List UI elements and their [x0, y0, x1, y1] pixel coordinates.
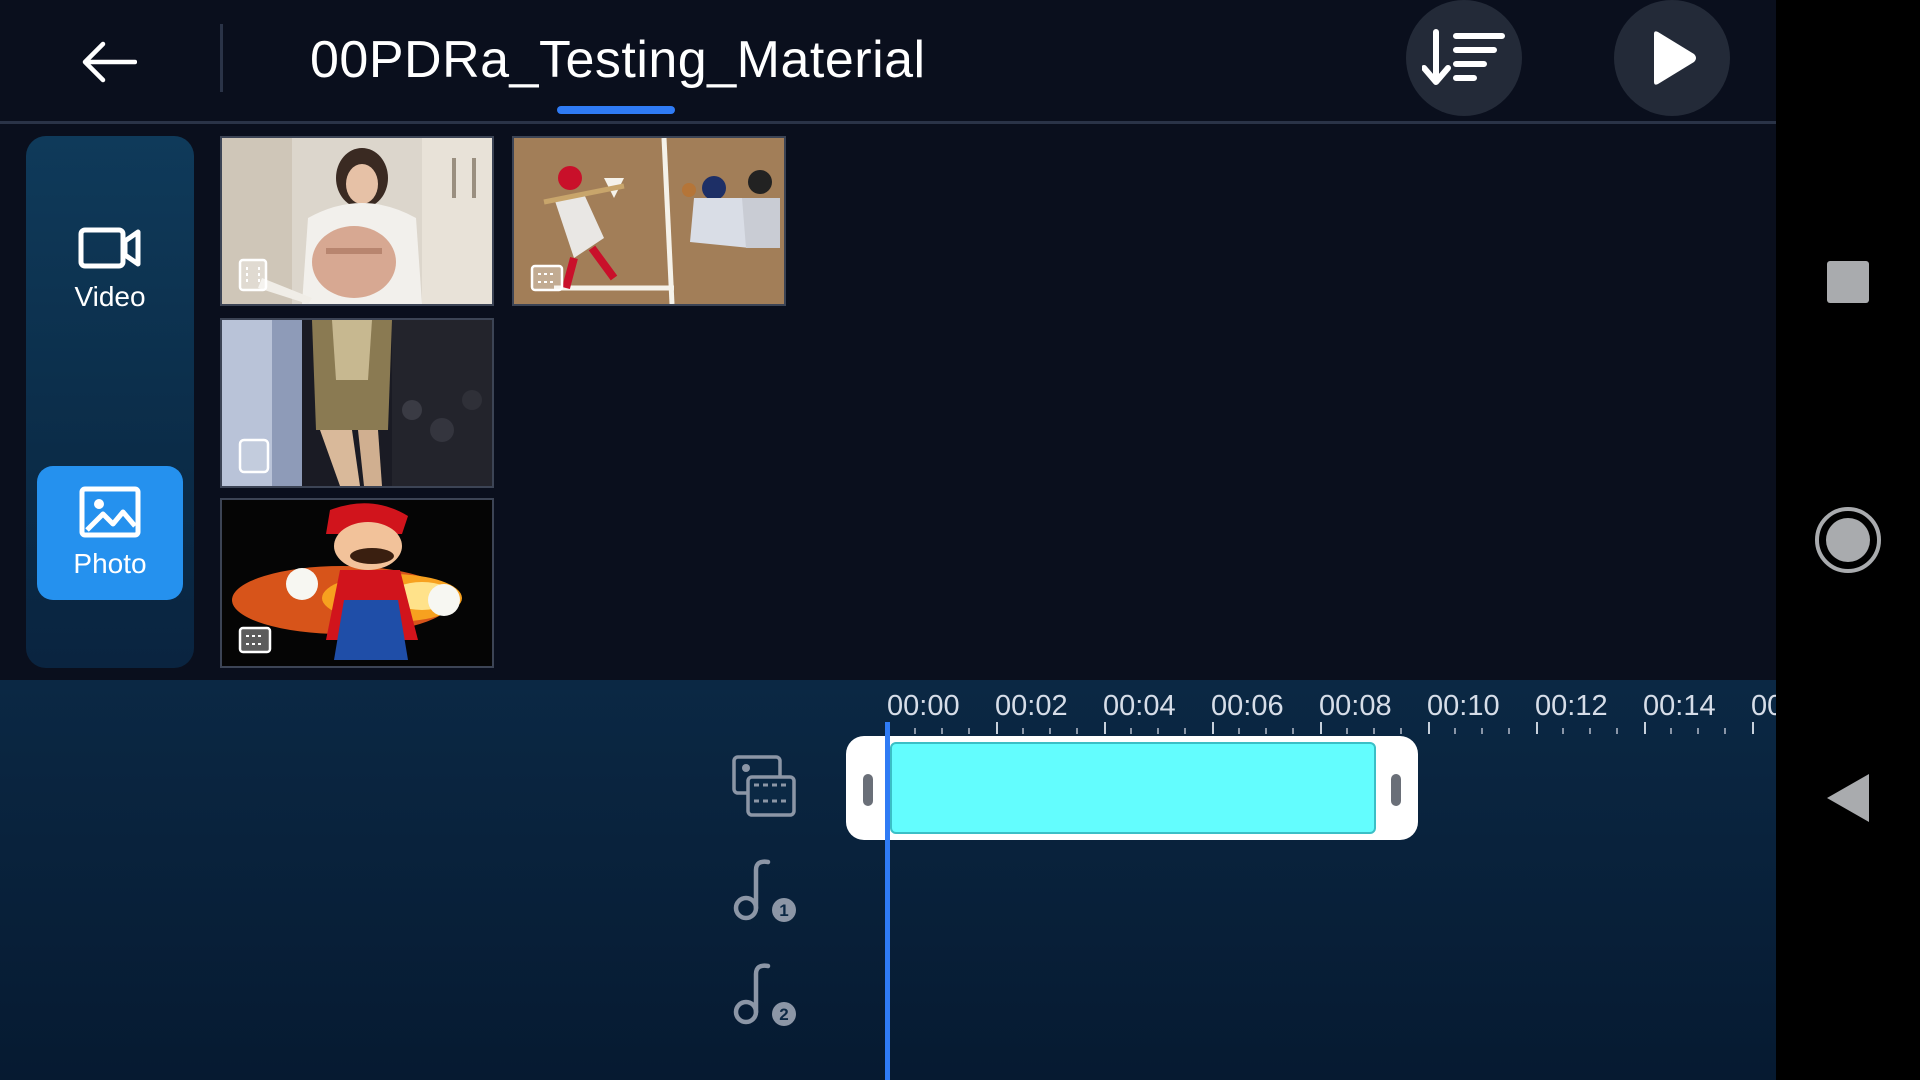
title-underline	[557, 106, 675, 114]
tick-label: 00	[1751, 690, 1776, 722]
playhead[interactable]	[885, 722, 890, 1080]
ruler-minor-tick	[1022, 728, 1024, 734]
sort-button[interactable]	[1406, 0, 1522, 116]
ruler-minor-tick	[1076, 728, 1078, 734]
clip-trim-handle-right[interactable]	[1391, 774, 1401, 806]
ruler-major-tick	[1644, 722, 1646, 734]
tick-label: 00:04	[1103, 690, 1176, 722]
play-icon	[1654, 31, 1696, 85]
system-back-button[interactable]	[1776, 738, 1920, 858]
app-window: 00PDRa_Testing_Material Video Photo 00:0…	[0, 0, 1776, 1080]
home-icon	[1815, 507, 1881, 573]
tab-video[interactable]: Video	[37, 202, 183, 336]
ruler-minor-tick	[1130, 728, 1132, 734]
back-button[interactable]	[72, 26, 144, 98]
ruler-minor-tick	[1265, 728, 1267, 734]
media-thumbnail[interactable]	[512, 136, 786, 306]
media-type-tabs: Video Photo	[26, 136, 194, 668]
image-type-icon	[238, 438, 270, 474]
ruler-minor-tick	[914, 728, 916, 734]
music-track-2-icon: 2	[730, 960, 800, 1030]
system-nav-bar	[1776, 0, 1920, 1080]
media-thumbnail[interactable]	[220, 498, 494, 668]
tab-photo[interactable]: Photo	[37, 466, 183, 600]
sort-icon	[1422, 29, 1505, 85]
ruler-minor-tick	[1292, 728, 1294, 734]
recents-button[interactable]	[1776, 222, 1920, 342]
ruler-minor-tick	[1454, 728, 1456, 734]
tick-label: 00:14	[1643, 690, 1716, 722]
top-bar: 00PDRa_Testing_Material	[0, 0, 1776, 124]
home-button[interactable]	[1776, 480, 1920, 600]
ruler-minor-tick	[1481, 728, 1483, 734]
ruler-minor-tick	[1238, 728, 1240, 734]
tick-label: 00:12	[1535, 690, 1608, 722]
ruler-minor-tick	[1562, 728, 1564, 734]
back-triangle-icon	[1827, 774, 1869, 822]
ruler-minor-tick	[1508, 728, 1510, 734]
ruler-minor-tick	[1670, 728, 1672, 734]
ruler-major-tick	[1104, 722, 1106, 734]
ruler-major-tick	[1752, 722, 1754, 734]
ruler-minor-tick	[1616, 728, 1618, 734]
ruler-major-tick	[1212, 722, 1214, 734]
ruler-minor-tick	[1346, 728, 1348, 734]
music-track-2-number: 2	[779, 1005, 788, 1024]
music-track-1-number: 1	[779, 901, 788, 920]
ruler-minor-tick	[1724, 728, 1726, 734]
ruler-minor-tick	[1157, 728, 1159, 734]
ruler-minor-tick	[968, 728, 970, 734]
ruler-minor-tick	[941, 728, 943, 734]
ruler-minor-tick	[1589, 728, 1591, 734]
back-arrow-icon	[82, 41, 137, 83]
image-type-icon	[238, 626, 272, 654]
media-thumbnail[interactable]	[220, 318, 494, 488]
ruler-major-tick	[1428, 722, 1430, 734]
tab-photo-label: Photo	[73, 548, 147, 579]
ruler-minor-tick	[1184, 728, 1186, 734]
tick-label: 00:02	[995, 690, 1068, 722]
project-title: 00PDRa_Testing_Material	[310, 31, 926, 89]
ruler-major-tick	[1536, 722, 1538, 734]
clip-body[interactable]	[890, 742, 1376, 834]
timeline: 00:00 00:02 00:04 00:06 00:08 00:10 00:1…	[0, 680, 1776, 1080]
video-camera-icon	[78, 227, 141, 269]
tick-label: 00:10	[1427, 690, 1500, 722]
tab-video-label: Video	[74, 281, 146, 312]
image-type-icon	[530, 264, 564, 292]
ruler-minor-tick	[1049, 728, 1051, 734]
header-divider	[220, 24, 223, 92]
image-type-icon	[238, 258, 268, 292]
ruler-major-tick	[996, 722, 998, 734]
play-button[interactable]	[1614, 0, 1730, 116]
tick-label: 00:00	[887, 690, 960, 722]
ruler-minor-tick	[1400, 728, 1402, 734]
video-track-icon	[730, 752, 800, 822]
ruler-major-tick	[1320, 722, 1322, 734]
photo-icon	[79, 486, 141, 538]
ruler-minor-tick	[1373, 728, 1375, 734]
music-track-1-icon: 1	[730, 856, 800, 926]
ruler-minor-tick	[1697, 728, 1699, 734]
tick-label: 00:06	[1211, 690, 1284, 722]
clip-trim-handle-left[interactable]	[863, 774, 873, 806]
media-thumbnail[interactable]	[220, 136, 494, 306]
recents-icon	[1827, 261, 1869, 303]
tick-label: 00:08	[1319, 690, 1392, 722]
timeline-clip[interactable]	[846, 736, 1418, 840]
